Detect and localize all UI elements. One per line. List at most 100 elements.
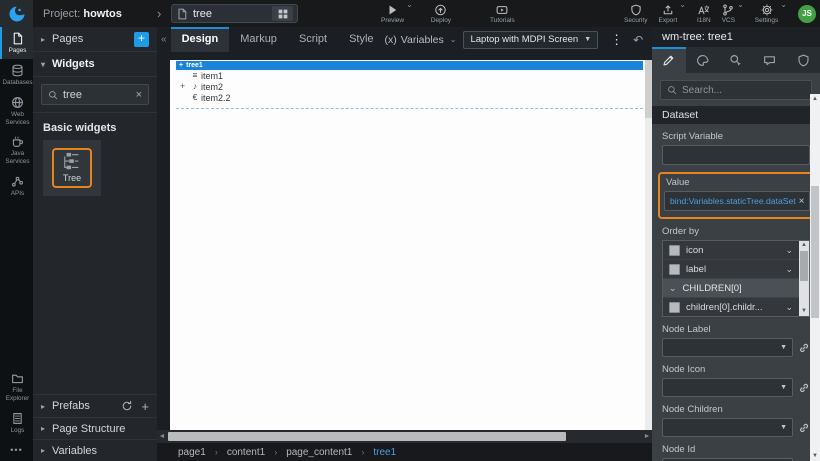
tab-styles[interactable] <box>686 47 720 73</box>
page-search-box[interactable]: tree <box>171 4 298 23</box>
tree-item-row[interactable]: + ♪ item2 <box>176 81 643 92</box>
order-by-scrollbar[interactable]: ▲ ▼ <box>799 241 809 316</box>
tab-markup[interactable]: Markup <box>229 27 288 52</box>
panel-scrollbar-thumb[interactable] <box>811 186 819 318</box>
rail-item-logs[interactable]: Logs <box>0 407 33 439</box>
tab-style[interactable]: Style <box>338 27 384 52</box>
variables-dropdown[interactable]: (x) Variables ⌄ <box>385 34 457 46</box>
wavemaker-logo[interactable] <box>0 0 33 27</box>
tree-item-row[interactable]: ≡ item1 <box>176 70 643 81</box>
add-prefab-icon[interactable]: + <box>141 399 149 414</box>
preview-chevron-icon[interactable]: ⌄ <box>406 0 413 9</box>
settings-button[interactable]: Settings <box>755 0 779 27</box>
tab-properties[interactable] <box>652 47 686 73</box>
bind-link-icon[interactable] <box>798 342 810 354</box>
pages-section-header[interactable]: ▸ Pages + <box>33 27 157 52</box>
dataset-section-header[interactable]: Dataset <box>652 106 820 124</box>
widget-search-value[interactable]: tree <box>63 89 131 101</box>
node-children-select[interactable]: ▼ <box>662 418 793 437</box>
tutorials-button[interactable]: Tutorials <box>490 0 515 27</box>
bind-link-icon[interactable] <box>798 382 810 394</box>
tab-design[interactable]: Design <box>171 27 230 52</box>
rail-item-file-explorer[interactable]: File Explorer <box>0 367 33 407</box>
add-page-button[interactable]: + <box>134 32 149 47</box>
rail-item-apis[interactable]: APIs <box>0 170 33 202</box>
value-input[interactable]: bind:Variables.staticTree.dataSet × <box>664 191 810 211</box>
chevron-down-icon[interactable]: ⌄ <box>785 302 793 313</box>
canvas-vertical-scrollbar[interactable] <box>645 60 652 430</box>
tab-security[interactable] <box>786 47 820 73</box>
rail-item-pages[interactable]: Pages <box>0 27 33 59</box>
preview-button[interactable]: Preview <box>381 0 404 27</box>
panel-scrollbar[interactable]: ▲ ▼ <box>810 94 820 461</box>
vcs-button[interactable]: VCS <box>722 0 735 27</box>
security-button[interactable]: Security <box>624 0 647 27</box>
order-by-row-children-child[interactable]: children[0].childr... ⌄ <box>663 298 799 317</box>
scroll-left-icon[interactable]: ◄ <box>157 430 167 443</box>
scroll-up-icon[interactable]: ▲ <box>810 94 820 104</box>
checkbox[interactable] <box>669 245 680 256</box>
canvas-vertical-scrollbar-thumb[interactable] <box>645 60 652 118</box>
vcs-chevron-icon[interactable]: ⌄ <box>737 0 744 9</box>
variables-section-header[interactable]: ▸ Variables <box>33 439 157 461</box>
checkbox[interactable] <box>669 302 680 313</box>
breadcrumb-content1[interactable]: content1 <box>227 447 265 458</box>
clear-search-icon[interactable]: × <box>136 89 142 101</box>
breadcrumb-page-content1[interactable]: page_content1 <box>286 447 352 458</box>
tree-widget[interactable]: + tree1 ≡ item1 + ♪ item2 € item2.2 <box>176 61 643 103</box>
rail-item-databases[interactable]: Databases <box>0 59 33 91</box>
rail-item-java-services[interactable]: Java Services <box>0 130 33 170</box>
node-label-select[interactable]: ▼ <box>662 338 793 357</box>
order-by-row-label[interactable]: label ⌄ <box>663 260 799 279</box>
tree-root-row[interactable]: + tree1 <box>176 61 643 70</box>
chevron-down-icon[interactable]: ⌄ <box>785 264 793 275</box>
widgets-section-header[interactable]: ▾ Widgets <box>33 52 157 77</box>
canvas-horizontal-scrollbar[interactable]: ◄ ► <box>157 430 652 443</box>
properties-search-input[interactable]: Search... <box>660 80 812 100</box>
i18n-button[interactable]: I18N <box>697 0 711 27</box>
bind-link-icon[interactable] <box>798 422 810 434</box>
coffee-icon <box>11 135 24 148</box>
device-selector[interactable]: Laptop with MDPI Screen ▼ <box>463 31 598 49</box>
export-chevron-icon[interactable]: ⌄ <box>679 0 686 9</box>
tree-widget-card[interactable]: Tree <box>43 140 101 196</box>
node-icon-select[interactable]: ▼ <box>662 378 793 397</box>
play-icon <box>386 4 399 16</box>
clear-binding-icon[interactable]: × <box>799 196 805 207</box>
expander-plus-icon[interactable]: + <box>176 82 189 91</box>
chevron-down-icon[interactable]: ⌄ <box>785 245 793 256</box>
scroll-down-icon[interactable]: ▼ <box>799 307 809 316</box>
tab-events[interactable] <box>719 47 753 73</box>
breadcrumb-tree1[interactable]: tree1 <box>373 447 396 458</box>
scroll-down-icon[interactable]: ▼ <box>810 451 820 461</box>
tree-item-row[interactable]: € item2.2 <box>176 92 643 103</box>
order-by-row-icon[interactable]: icon ⌄ <box>663 241 799 260</box>
prefabs-section-header[interactable]: ▸ Prefabs + <box>33 395 157 417</box>
page-structure-section-header[interactable]: ▸ Page Structure <box>33 417 157 439</box>
scroll-up-icon[interactable]: ▲ <box>799 241 809 250</box>
user-avatar[interactable]: JS <box>798 5 816 23</box>
undo-icon[interactable]: ↶ <box>628 33 648 47</box>
page-search-value[interactable]: tree <box>193 8 267 20</box>
tab-messages[interactable] <box>753 47 787 73</box>
canvas-more-icon[interactable]: ⋮ <box>605 32 628 48</box>
deploy-button[interactable]: Deploy <box>431 0 451 27</box>
order-by-scrollbar-thumb[interactable] <box>800 251 808 281</box>
order-by-group-children[interactable]: ⌄ CHILDREN[0] <box>663 279 799 298</box>
tab-script[interactable]: Script <box>288 27 338 52</box>
move-icon[interactable]: + <box>179 62 183 69</box>
canvas-horizontal-scrollbar-thumb[interactable] <box>168 432 566 441</box>
rail-item-web-services[interactable]: Web Services <box>0 91 33 131</box>
design-canvas[interactable]: + tree1 ≡ item1 + ♪ item2 € item2.2 <box>170 60 652 430</box>
scroll-right-icon[interactable]: ► <box>642 430 652 443</box>
widget-search-input[interactable]: tree × <box>41 84 149 105</box>
breadcrumb-page1[interactable]: page1 <box>178 447 206 458</box>
grid-view-icon[interactable] <box>272 6 293 21</box>
checkbox[interactable] <box>669 264 680 275</box>
script-variable-input[interactable] <box>662 145 810 165</box>
export-button[interactable]: Export <box>658 0 677 27</box>
collapse-left-icon[interactable]: « <box>157 34 171 45</box>
refresh-prefabs-icon[interactable] <box>121 400 133 412</box>
rail-more-button[interactable]: ••• <box>0 439 33 461</box>
settings-chevron-icon[interactable]: ⌄ <box>780 0 787 9</box>
